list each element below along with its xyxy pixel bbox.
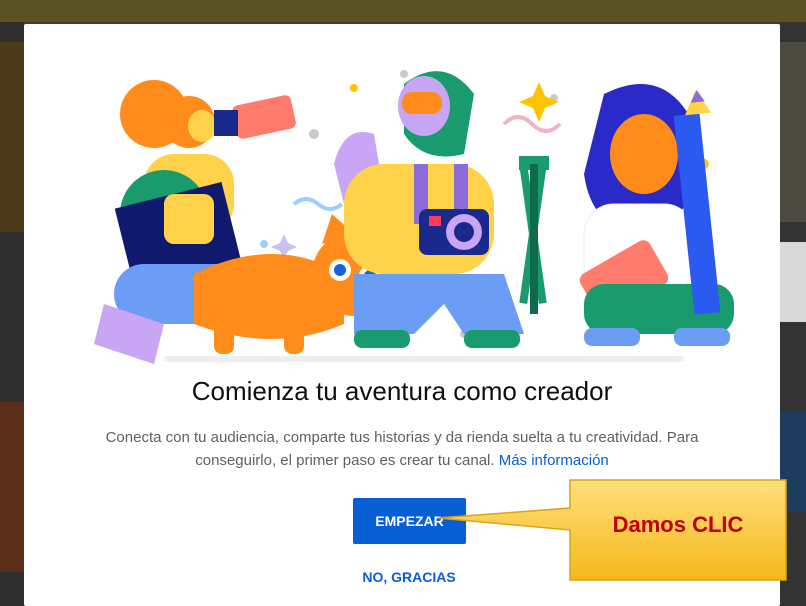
dialog-description: Conecta con tu audiencia, comparte tus h… bbox=[104, 426, 700, 472]
start-button[interactable]: EMPEZAR bbox=[353, 498, 466, 544]
description-text: Conecta con tu audiencia, comparte tus h… bbox=[105, 429, 699, 469]
background-banner bbox=[0, 0, 806, 22]
more-info-link[interactable]: Más información bbox=[499, 452, 609, 469]
background-left-thumbnails bbox=[0, 22, 24, 606]
dialog-title: Comienza tu aventura como creador bbox=[191, 376, 613, 406]
callout-label: Damos CLIC bbox=[612, 512, 744, 537]
creators-illustration bbox=[94, 70, 734, 364]
decline-button[interactable]: NO, GRACIAS bbox=[334, 566, 484, 588]
